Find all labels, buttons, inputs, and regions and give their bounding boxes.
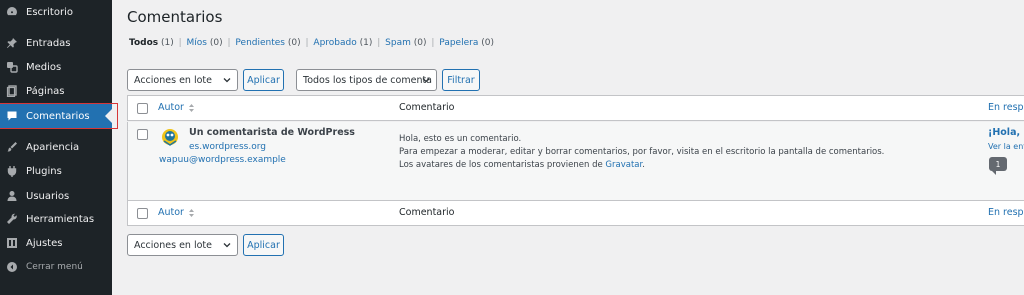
filter-mios[interactable]: Míos xyxy=(187,38,207,48)
filter-pendientes[interactable]: Pendientes xyxy=(235,38,285,48)
table-header: Autor Comentario En respu xyxy=(127,95,1024,121)
filter-spam[interactable]: Spam xyxy=(385,38,411,48)
apply-button-bottom[interactable]: Aplicar xyxy=(243,234,284,256)
comment-line: Hola, esto es un comentario. xyxy=(399,134,522,144)
sidebar-item-ajustes[interactable]: Ajustes xyxy=(0,231,112,255)
separator: | xyxy=(227,38,231,48)
comment-text-segment: . xyxy=(642,160,645,170)
filter-papelera-count: (0) xyxy=(481,38,494,48)
separator: | xyxy=(431,38,435,48)
sort-icon xyxy=(188,208,194,217)
filter-mios-count: (0) xyxy=(209,38,223,48)
separator: | xyxy=(178,38,182,48)
bulk-actions-select-top[interactable]: Acciones en lote xyxy=(127,69,238,91)
select-all-checkbox[interactable] xyxy=(137,103,148,114)
comment-count-bubble[interactable]: 1 xyxy=(989,157,1007,175)
active-indicator xyxy=(105,109,112,123)
table-row: Un comentarista de WordPress es.wordpres… xyxy=(127,122,1024,200)
chevron-down-icon xyxy=(223,78,231,83)
filter-aprobado-count: (1) xyxy=(359,38,373,48)
settings-icon xyxy=(5,236,19,250)
sidebar-item-escritorio[interactable]: Escritorio xyxy=(0,0,112,24)
filter-todos[interactable]: Todos xyxy=(129,38,158,48)
row-checkbox[interactable] xyxy=(137,129,148,140)
plugins-icon xyxy=(5,164,19,178)
comment-type-select[interactable]: Todos los tipos de comenta xyxy=(296,69,437,91)
appearance-icon xyxy=(5,140,19,154)
sidebar-item-usuarios[interactable]: Usuarios xyxy=(0,184,112,208)
separator: | xyxy=(305,38,309,48)
admin-sidebar: Escritorio Entradas Medios Páginas Comen… xyxy=(0,0,112,295)
sidebar-item-medios[interactable]: Medios xyxy=(0,55,112,79)
sidebar-item-label: Usuarios xyxy=(26,190,70,202)
comment-line: Los avatares de los comentaristas provie… xyxy=(399,159,884,172)
sidebar-item-label: Plugins xyxy=(26,165,62,177)
pages-icon xyxy=(5,84,19,98)
sidebar-item-label: Apariencia xyxy=(26,141,80,153)
bulk-actions-value: Acciones en lote xyxy=(134,239,212,251)
pin-icon xyxy=(5,36,19,50)
author-url-link[interactable]: es.wordpress.org xyxy=(189,142,266,152)
sort-icon xyxy=(188,103,194,112)
author-name: Un comentarista de WordPress xyxy=(189,127,355,138)
select-all-checkbox-bottom[interactable] xyxy=(137,208,148,219)
sidebar-item-label: Ajustes xyxy=(26,237,63,249)
collapse-menu-button[interactable]: Cerrar menú xyxy=(0,255,112,279)
sidebar-item-comentarios[interactable]: Comentarios xyxy=(0,103,112,129)
tools-icon xyxy=(5,212,19,226)
author-email-link[interactable]: wapuu@wordpress.example xyxy=(159,155,286,165)
filter-spam-count: (0) xyxy=(413,38,427,48)
sidebar-item-label: Páginas xyxy=(26,85,65,97)
chevron-down-icon xyxy=(422,78,430,83)
sidebar-item-paginas[interactable]: Páginas xyxy=(0,79,112,103)
comment-line: Para empezar a moderar, editar y borrar … xyxy=(399,147,885,157)
comment-column-header: Comentario xyxy=(399,102,455,113)
sidebar-item-label: Entradas xyxy=(26,37,71,49)
response-column-header[interactable]: En respu xyxy=(988,102,1024,113)
page-title: Comentarios xyxy=(127,8,223,26)
author-footer-label: Autor xyxy=(158,207,184,218)
filter-aprobado[interactable]: Aprobado xyxy=(313,38,356,48)
sidebar-item-herramientas[interactable]: Herramientas xyxy=(0,207,112,231)
separator: | xyxy=(377,38,381,48)
main-content: Comentarios Todos (1) | Míos (0) | Pendi… xyxy=(112,0,1024,295)
sidebar-item-label: Herramientas xyxy=(26,213,95,225)
chevron-down-icon xyxy=(223,243,231,248)
sidebar-item-label: Escritorio xyxy=(26,6,73,18)
response-column-footer[interactable]: En respu xyxy=(988,207,1024,218)
sidebar-item-apariencia[interactable]: Apariencia xyxy=(0,135,112,159)
author-column-footer[interactable]: Autor xyxy=(158,207,195,218)
in-response-to-link[interactable]: ¡Hola, n xyxy=(988,127,1024,138)
sidebar-item-label: Medios xyxy=(26,61,62,73)
bulk-actions-value: Acciones en lote xyxy=(134,74,212,86)
bulk-actions-select-bottom[interactable]: Acciones en lote xyxy=(127,234,238,256)
gravatar-link[interactable]: Gravatar xyxy=(605,160,642,170)
author-column-header[interactable]: Autor xyxy=(158,102,195,113)
filter-button[interactable]: Filtrar xyxy=(442,69,480,91)
sidebar-item-plugins[interactable]: Plugins xyxy=(0,159,112,183)
avatar xyxy=(162,129,178,146)
filter-papelera[interactable]: Papelera xyxy=(439,38,478,48)
table-footer: Autor Comentario En respu xyxy=(127,200,1024,226)
collapse-menu-label: Cerrar menú xyxy=(26,262,83,272)
comments-icon xyxy=(5,109,19,123)
sidebar-item-entradas[interactable]: Entradas xyxy=(0,31,112,55)
users-icon xyxy=(5,189,19,203)
comment-column-footer: Comentario xyxy=(399,207,455,218)
comment-status-filters: Todos (1) | Míos (0) | Pendientes (0) | … xyxy=(129,38,494,48)
media-icon xyxy=(5,60,19,74)
dashboard-icon xyxy=(5,5,19,19)
comment-body: Hola, esto es un comentario. Para empeza… xyxy=(399,133,884,172)
comment-text-segment: Los avatares de los comentaristas provie… xyxy=(399,160,606,170)
filter-todos-count: (1) xyxy=(160,38,174,48)
apply-button-top[interactable]: Aplicar xyxy=(243,69,284,91)
filter-pendientes-count: (0) xyxy=(287,38,301,48)
comment-type-value: Todos los tipos de comenta xyxy=(303,74,433,86)
collapse-icon xyxy=(5,260,19,274)
view-post-link[interactable]: Ver la ent xyxy=(988,142,1024,151)
sidebar-item-label: Comentarios xyxy=(26,110,90,122)
author-header-label: Autor xyxy=(158,102,184,113)
